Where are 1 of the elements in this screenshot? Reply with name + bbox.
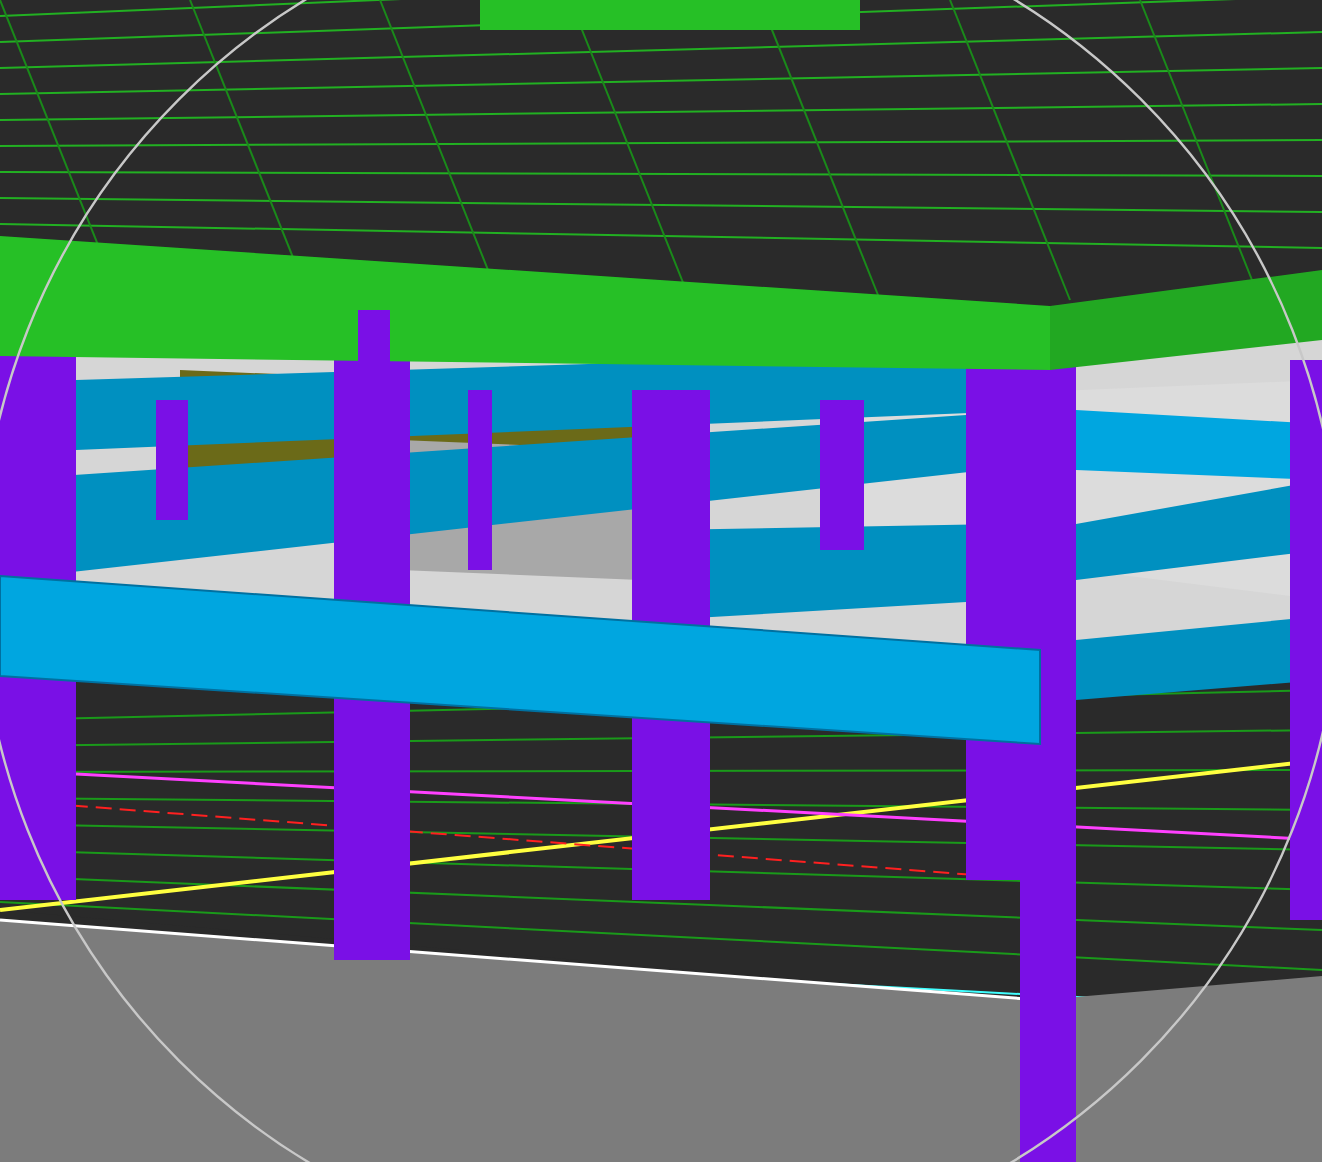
column xyxy=(156,400,188,520)
